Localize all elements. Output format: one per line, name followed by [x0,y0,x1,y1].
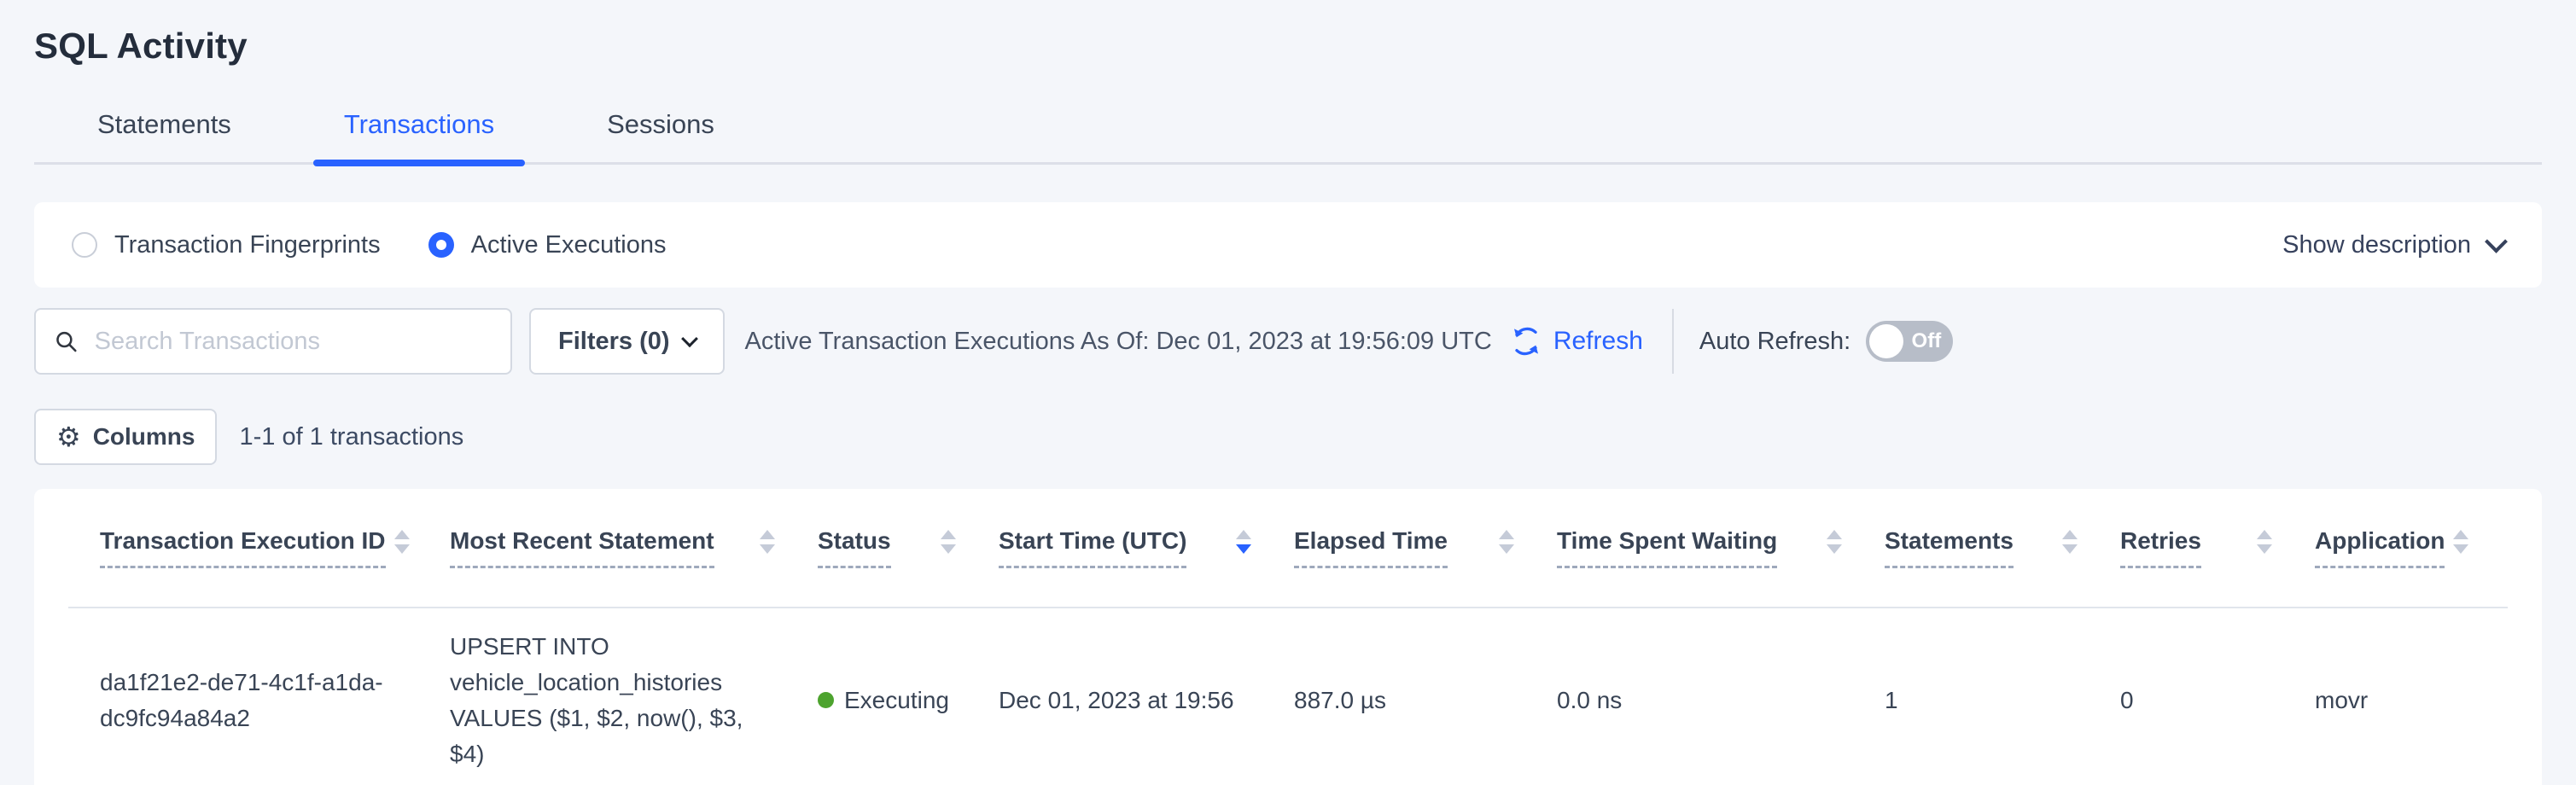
view-options-card: Transaction Fingerprints Active Executio… [34,202,2542,288]
cell-application: movr [2315,608,2508,785]
sort-icon[interactable] [2054,530,2078,554]
cell-time-spent-waiting: 0.0 ns [1557,608,1885,785]
cell-statements: 1 [1885,608,2120,785]
status-executing-dot-icon [818,692,834,708]
page-title: SQL Activity [34,0,2542,67]
toggle-state-label: Off [1912,329,1942,353]
tab-statements[interactable]: Statements [67,109,262,162]
auto-refresh-toggle[interactable]: Off [1866,321,1953,362]
gear-icon: ⚙ [56,423,81,451]
column-header-transaction-execution-id[interactable]: Transaction Execution ID [68,489,450,608]
search-input[interactable] [93,327,493,357]
column-header-statements[interactable]: Statements [1885,489,2120,608]
cell-status: Executing [818,608,999,785]
refresh-button[interactable]: Refresh [1509,324,1643,358]
sql-activity-page: SQL Activity Statements Transactions Ses… [0,0,2576,785]
sort-icon[interactable] [2248,530,2272,554]
columns-button[interactable]: ⚙ Columns [34,409,217,465]
cell-elapsed-time: 887.0 µs [1294,608,1557,785]
transactions-table: Transaction Execution ID Most Recent Sta… [68,489,2508,785]
sort-icon[interactable] [1818,530,1842,554]
radio-label: Transaction Fingerprints [114,231,381,259]
filters-label: Filters (0) [558,328,670,356]
radio-circle-selected[interactable] [428,232,454,258]
toggle-knob [1869,324,1903,358]
chevron-down-icon [681,330,698,347]
sort-icon-active-desc[interactable] [1227,530,1251,554]
vertical-divider [1672,309,1674,374]
refresh-icon [1509,324,1543,358]
tab-bar: Statements Transactions Sessions [34,109,2542,165]
search-icon [53,327,79,356]
show-description-label: Show description [2282,231,2471,259]
auto-refresh-label: Auto Refresh: [1699,328,1850,356]
sort-icon[interactable] [932,530,956,554]
column-header-application[interactable]: Application [2315,489,2508,608]
column-header-retries[interactable]: Retries [2120,489,2315,608]
status-badge: Executing [844,687,949,713]
show-description-toggle[interactable]: Show description [2282,231,2504,259]
table-controls: ⚙ Columns 1-1 of 1 transactions [34,409,2542,465]
sort-icon[interactable] [2445,530,2468,554]
cell-most-recent-statement[interactable]: UPSERT INTO vehicle_location_histories V… [450,608,818,785]
refresh-label: Refresh [1553,327,1643,356]
radio-active-executions[interactable]: Active Executions [428,231,667,259]
table-row[interactable]: da1f21e2-de71-4c1f-a1da-dc9fc94a84a2 UPS… [68,608,2508,785]
tab-transactions[interactable]: Transactions [313,109,525,162]
sort-icon[interactable] [1490,530,1514,554]
cell-transaction-execution-id[interactable]: da1f21e2-de71-4c1f-a1da-dc9fc94a84a2 [68,608,450,785]
as-of-text: Active Transaction Executions As Of: Dec… [745,328,1492,356]
cell-retries: 0 [2120,608,2315,785]
columns-label: Columns [93,423,195,451]
results-count: 1-1 of 1 transactions [239,423,463,451]
chevron-down-icon [2485,230,2508,253]
column-header-elapsed-time[interactable]: Elapsed Time [1294,489,1557,608]
column-header-start-time[interactable]: Start Time (UTC) [999,489,1294,608]
radio-transaction-fingerprints[interactable]: Transaction Fingerprints [72,231,381,259]
cell-start-time: Dec 01, 2023 at 19:56 [999,608,1294,785]
column-header-most-recent-statement[interactable]: Most Recent Statement [450,489,818,608]
transactions-table-card: Transaction Execution ID Most Recent Sta… [34,489,2542,785]
column-header-status[interactable]: Status [818,489,999,608]
filters-button[interactable]: Filters (0) [529,308,725,375]
column-header-time-spent-waiting[interactable]: Time Spent Waiting [1557,489,1885,608]
radio-label: Active Executions [471,231,667,259]
sort-icon[interactable] [386,530,410,554]
view-mode-radio-group: Transaction Fingerprints Active Executio… [72,231,667,259]
toolbar: Filters (0) Active Transaction Execution… [34,308,2542,375]
table-header-row: Transaction Execution ID Most Recent Sta… [68,489,2508,608]
tab-sessions[interactable]: Sessions [576,109,745,162]
sort-icon[interactable] [751,530,775,554]
search-box [34,308,512,375]
radio-circle-unselected[interactable] [72,232,97,258]
